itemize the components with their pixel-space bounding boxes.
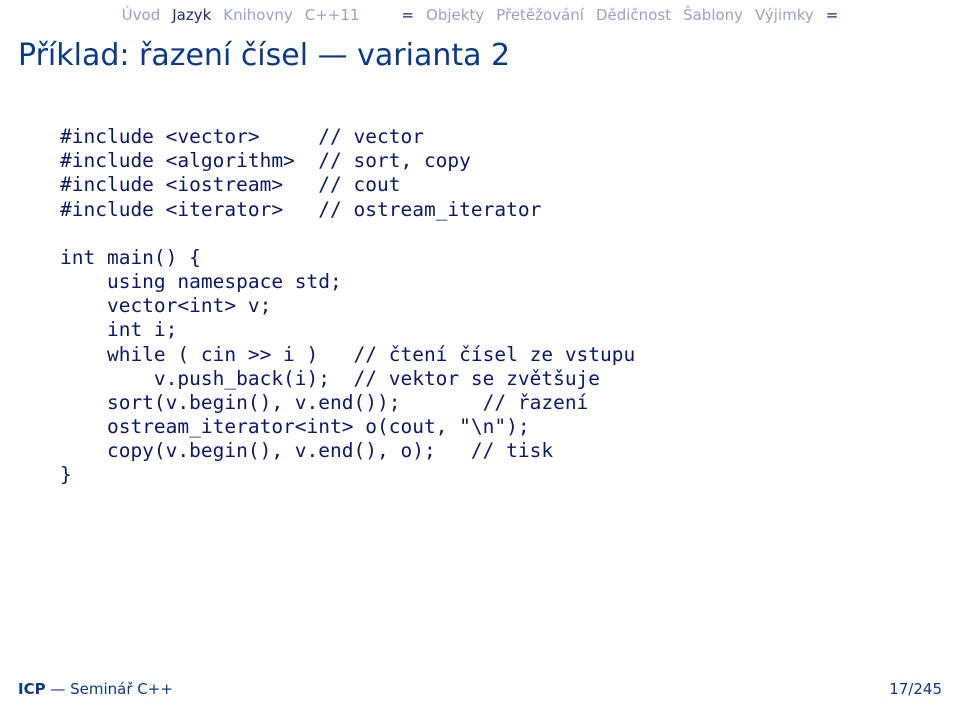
nav-pretezovani[interactable]: Přetěžování — [496, 6, 584, 24]
footer: ICP — Seminář C++ 17/245 — [18, 680, 942, 698]
code-block: #include <vector> // vector #include <al… — [60, 125, 900, 488]
nav-separator-1: = — [401, 6, 414, 24]
nav-vyjimky[interactable]: Výjimky — [755, 6, 814, 24]
nav-knihovny[interactable]: Knihovny — [223, 6, 292, 24]
footer-page: 17/245 — [889, 680, 942, 698]
nav-cpp11[interactable]: C++11 — [305, 6, 360, 24]
nav-separator-2: = — [826, 6, 839, 24]
footer-icp: ICP — [18, 680, 46, 698]
footer-seminar: — Seminář C++ — [46, 680, 173, 698]
nav-dedicnost[interactable]: Dědičnost — [596, 6, 671, 24]
nav-jazyk[interactable]: Jazyk — [172, 6, 211, 24]
code-area: #include <vector> // vector #include <al… — [0, 73, 960, 488]
nav-sablony[interactable]: Šablony — [683, 6, 743, 24]
slide-title: Příklad: řazení čísel — varianta 2 — [0, 28, 960, 73]
nav-objekty[interactable]: Objekty — [426, 6, 484, 24]
top-navigation: Úvod Jazyk Knihovny C++11 = Objekty Přet… — [0, 0, 960, 28]
nav-uvod[interactable]: Úvod — [122, 6, 161, 24]
footer-left: ICP — Seminář C++ — [18, 680, 173, 698]
